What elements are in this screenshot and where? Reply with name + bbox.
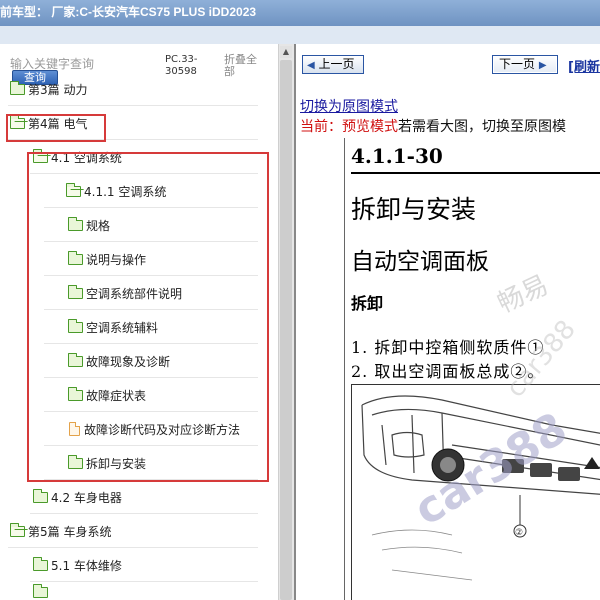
left-pane: 查询 PC.33-30598 折叠全部 第3篇 动力 第4篇 电气 4.1 空调… [0,44,278,600]
title-strip [0,26,600,44]
tree-item-label: 第3篇 动力 [28,82,88,97]
step-2: 2. 取出空调面板总成②。 [351,362,545,381]
tree-item-diagnosis[interactable]: 故障现象及诊断 [0,344,262,378]
folder-icon [67,318,83,333]
page-subheading: 自动空调面板 [351,249,489,275]
tree-item-label: 拆卸与安装 [86,456,147,471]
warning-triangle-icon [584,457,600,469]
tree-item-label: 5.1 车体维修 [51,558,122,573]
tree-item-symptom-table[interactable]: 故障症状表 [0,378,262,412]
document-viewer: ◀ 上一页 下一页 ▶ [刷新 切换为原图模式 当前：预览模式若需看大图，切换至… [294,44,600,600]
tree-item-label: 4.1 空调系统 [51,150,122,165]
tree-item-components[interactable]: 空调系统部件说明 [0,276,262,310]
mode-status: 当前：预览模式若需看大图，切换至原图模 [300,116,566,136]
folder-icon [32,583,48,598]
folder-icon [32,556,48,571]
tree-item-removal-installation[interactable]: 拆卸与安装 [0,446,262,480]
heading-rule [351,172,600,174]
folder-open-icon [32,148,48,163]
tree-item-chapter-3[interactable]: 第3篇 动力 [0,72,262,106]
knob-left-center [440,457,456,473]
tree-item-label: 规格 [86,218,111,233]
folder-icon [9,80,25,95]
folder-open-icon [9,114,25,129]
tree-item-chapter-4[interactable]: 第4篇 电气 [0,106,262,140]
arrow-left-icon: ◀ [307,60,315,71]
tree-item-label: 故障症状表 [86,388,147,403]
arrow-right-icon: ▶ [538,60,547,71]
folder-icon [67,454,83,469]
tree-item-4-1-1[interactable]: 4.1.1 空调系统 [0,174,262,208]
tree-item-label: 第4篇 电气 [28,116,88,131]
next-page-label: 下一页 [499,57,536,71]
tree-item-label: 空调系统辅料 [86,320,159,335]
folder-icon [32,488,48,503]
tree-item-partial[interactable] [0,582,262,600]
diagram-figure: ② [351,384,600,600]
tree-item-5-1[interactable]: 5.1 车体维修 [0,548,262,582]
tree-item-label: 4.1.1 空调系统 [84,184,167,199]
tree-item-label: 4.2 车身电器 [51,490,122,505]
document-icon [69,422,80,436]
status-suffix: 若需看大图，切换至原图模 [398,119,566,135]
tree-item-dtc[interactable]: 故障诊断代码及对应诊断方法 [0,412,262,446]
folder-icon [67,352,83,367]
switch-original-mode-link[interactable]: 切换为原图模式 [300,96,398,116]
step-1: 1. 拆卸中控箱侧软质件① [351,338,545,357]
folder-icon [67,284,83,299]
section-title: 拆卸 [351,294,384,313]
scroll-up-icon[interactable]: ▲ [280,46,292,58]
tree-item-label: 故障现象及诊断 [86,354,171,369]
scrollbar-thumb[interactable] [280,60,292,600]
tree-item-materials[interactable]: 空调系统辅料 [0,310,262,344]
window-title: 前车型： 厂家:C-长安汽车CS75 PLUS iDD2023 [0,0,600,26]
tree-item-label: 说明与操作 [86,252,147,267]
tree-item-4-1[interactable]: 4.1 空调系统 [0,140,262,174]
tree-item-label: 第5篇 车身系统 [28,524,112,539]
viewer-nav-bar: ◀ 上一页 下一页 ▶ [刷新 [296,44,600,84]
panel-button-1 [502,459,524,473]
page-heading: 拆卸与安装 [351,195,477,224]
tree-item-specs[interactable]: 规格 [0,208,262,242]
folder-open-icon [65,182,81,197]
tree-item-4-2[interactable]: 4.2 车身电器 [0,480,262,514]
callout-number: ② [515,528,523,538]
next-page-button[interactable]: 下一页 ▶ [492,55,558,74]
folder-open-icon [9,522,25,537]
tree-item-label: 空调系统部件说明 [86,286,183,301]
panel-button-3 [558,467,580,481]
refresh-link[interactable]: [刷新 [568,56,600,75]
tree-item-label: 故障诊断代码及对应诊断方法 [84,422,241,437]
prev-page-button[interactable]: ◀ 上一页 [302,55,364,74]
panel-button-2 [530,463,552,477]
folder-icon [67,216,83,231]
tree-item-description[interactable]: 说明与操作 [0,242,262,276]
document-page: 4.1.1-30 拆卸与安装 自动空调面板 拆卸 1. 拆卸中控箱侧软质件① 2… [344,138,600,600]
tree-item-chapter-5[interactable]: 第5篇 车身系统 [0,514,262,548]
status-prefix: 当前： [300,119,342,135]
prev-page-label: 上一页 [318,57,355,71]
status-mode: 预览模式 [342,119,398,135]
folder-icon [67,250,83,265]
folder-icon [67,386,83,401]
page-code: 4.1.1-30 [351,144,443,168]
panel-diagram: ② [361,395,600,581]
